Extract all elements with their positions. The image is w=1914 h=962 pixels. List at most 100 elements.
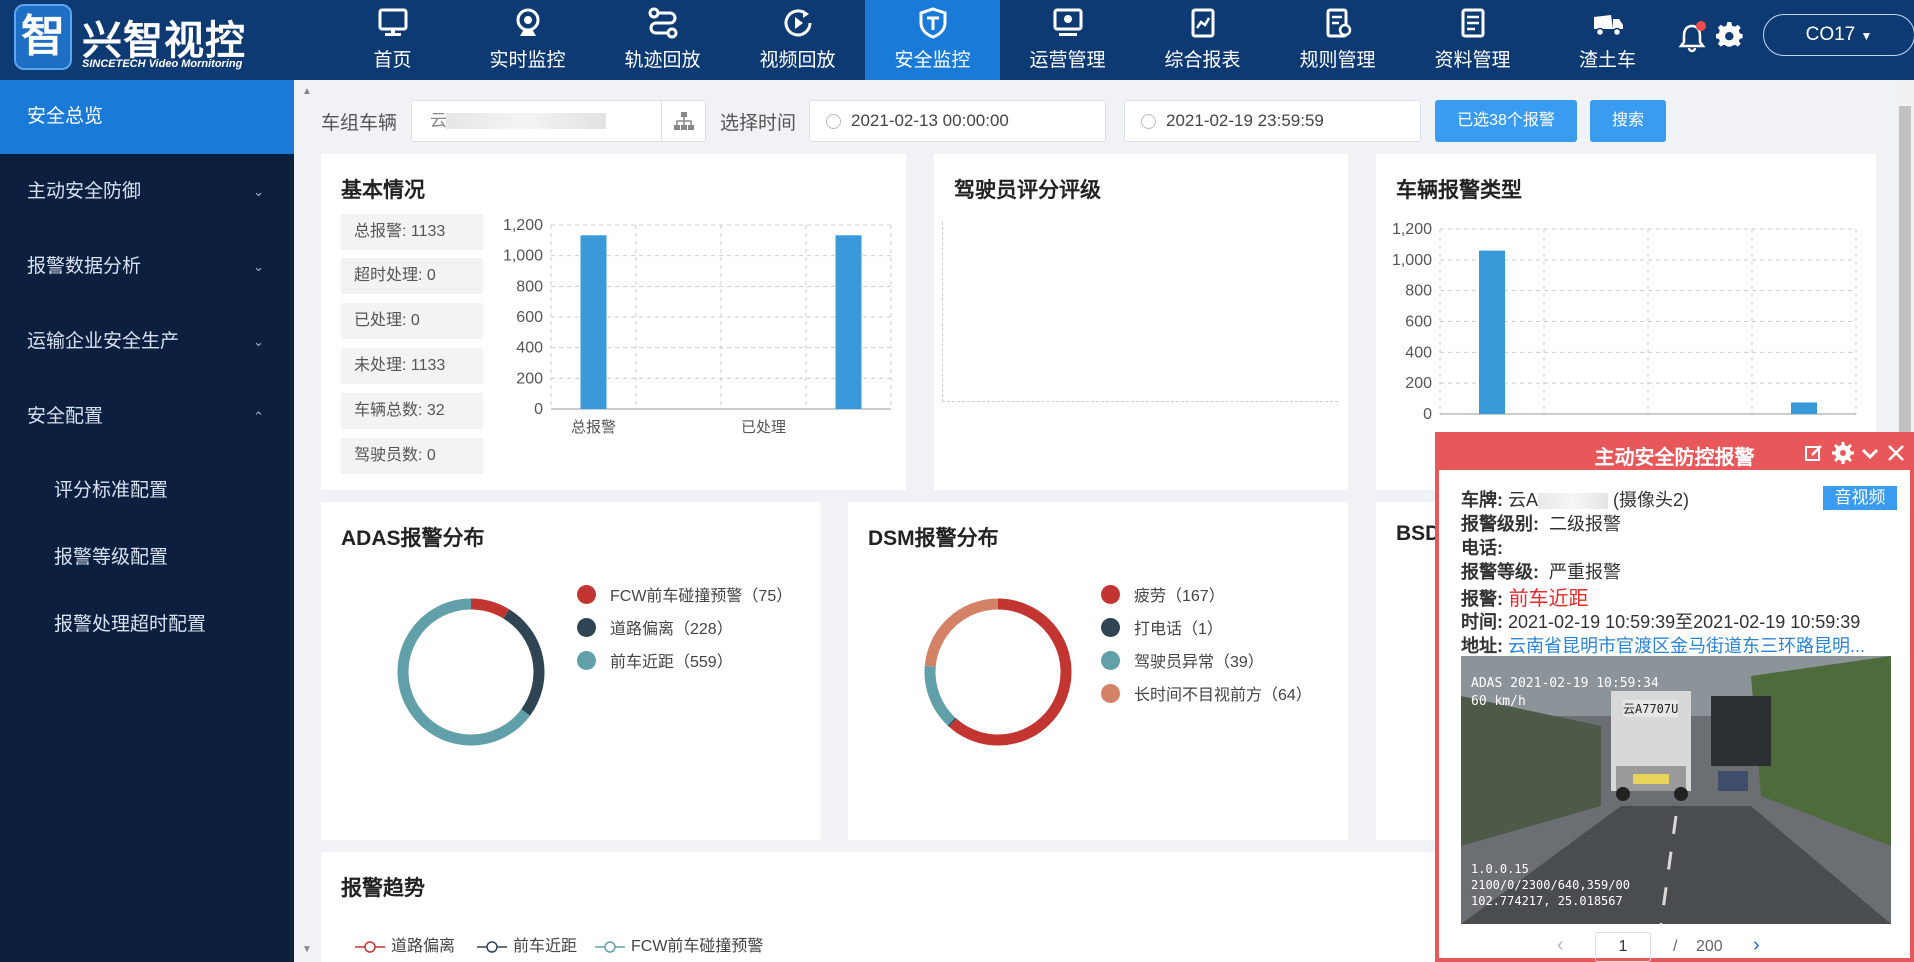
sidebar-item-label: 安全总览: [27, 106, 104, 127]
phone-label: 电话:: [1461, 538, 1503, 558]
legend-item[interactable]: 打电话（1）: [1101, 618, 1223, 641]
scroll-down-icon[interactable]: ▼: [302, 944, 312, 955]
legend-item[interactable]: 驾驶员异常（39）: [1101, 651, 1264, 674]
nav-track-label: 轨迹回放: [624, 50, 701, 71]
dsm-donut-chart: [924, 598, 1072, 746]
nav-safety[interactable]: 安全监控: [865, 0, 1000, 80]
clock-icon: [1141, 114, 1156, 129]
main-nav: 首页 实时监控 轨迹回放 视频回放 安全监控 运营管理 综合报表 规则管理 资料…: [325, 0, 1675, 80]
screen-icon: [1053, 8, 1082, 36]
legend-swatch: [477, 941, 507, 953]
nav-data[interactable]: 资料管理: [1405, 0, 1540, 80]
empty-chart-area: [942, 222, 1338, 402]
card-title: 报警趋势: [341, 877, 425, 900]
bar: [1479, 250, 1505, 414]
tree-icon[interactable]: [661, 101, 705, 141]
sidebar-item-overview[interactable]: 安全总览: [0, 80, 294, 154]
stat-drivers: 驾驶员数: 0: [341, 438, 483, 474]
legend-item[interactable]: 前车近距: [477, 936, 577, 958]
legend-item[interactable]: 道路偏离: [355, 936, 455, 958]
snapshot-plate-text: 云A7707U: [1623, 700, 1679, 717]
sidebar-item-label: 主动安全防御: [27, 181, 142, 202]
addr-link[interactable]: 云南省昆明市官渡区金马街道东三环路昆明...: [1508, 636, 1865, 656]
nav-muck-truck[interactable]: 渣土车: [1540, 0, 1675, 80]
legend-item[interactable]: 疲劳（167）: [1101, 585, 1225, 608]
plate-suffix: (摄像头2): [1613, 490, 1690, 510]
start-time-value: 2021-02-13 00:00:00: [851, 111, 1009, 130]
grade-value: 严重报警: [1549, 562, 1622, 582]
basic-info-card: 基本情况 总报警: 1133 超时处理: 0 已处理: 0 未处理: 1133 …: [321, 154, 906, 490]
legend-swatch: [595, 941, 625, 953]
legend-item[interactable]: 道路偏离（228）: [577, 618, 733, 641]
legend-swatch: [577, 618, 596, 638]
sidebar-item-label: 报警数据分析: [27, 256, 142, 277]
next-page-icon[interactable]: ›: [1753, 934, 1760, 957]
app-logo[interactable]: 智 兴智视控 SINCETECH Video Mornitoring: [14, 4, 254, 74]
donut-slice: [503, 609, 545, 716]
legend-label: FCW前车碰撞预警: [631, 938, 764, 955]
legend-item[interactable]: 长时间不目视前方（64）: [1101, 684, 1312, 707]
page-separator: /: [1673, 938, 1678, 955]
legend-item[interactable]: FCW前车碰撞预警（75）: [577, 585, 793, 608]
bar: [1791, 402, 1817, 414]
replay-icon: [784, 9, 811, 37]
gear-icon[interactable]: [1832, 442, 1854, 464]
edit-icon[interactable]: [1804, 443, 1824, 463]
plate-value: 云A: [1508, 490, 1539, 510]
page-input[interactable]: 1: [1595, 932, 1651, 962]
start-time-input[interactable]: 2021-02-13 00:00:00: [809, 100, 1106, 142]
donut-slice: [948, 598, 1072, 746]
y-tick-label: 600: [516, 309, 543, 326]
sidebar-item-label: 运输企业安全生产: [27, 331, 180, 352]
popup-addr-row: 地址: 云南省昆明市官渡区金马街道东三环路昆明...: [1461, 632, 1895, 658]
sidebar-subitem-label: 评分标准配置: [54, 480, 169, 501]
user-dropdown[interactable]: CO17 ▼: [1763, 14, 1914, 56]
clock-icon: [826, 114, 841, 129]
nav-rules[interactable]: 规则管理: [1270, 0, 1405, 80]
monitor-icon: [378, 8, 407, 36]
sidebar-item-alarm-analysis[interactable]: 报警数据分析 ⌄: [0, 230, 294, 304]
y-tick-label: 1,200: [503, 217, 543, 234]
legend-swatch: [1101, 618, 1120, 638]
sidebar-subitem-timeout-config[interactable]: 报警处理超时配置: [0, 592, 294, 658]
audio-video-button[interactable]: 音视频: [1823, 486, 1897, 510]
nav-rules-label: 规则管理: [1299, 50, 1376, 71]
snapshot-footer-3: 102.774217, 25.018567: [1471, 894, 1623, 908]
card-title: ADAS报警分布: [341, 527, 485, 550]
nav-operation[interactable]: 运营管理: [1000, 0, 1135, 80]
scroll-up-icon[interactable]: ▲: [302, 86, 312, 97]
legend-item[interactable]: 前车近距（559）: [577, 651, 733, 674]
sidebar-item-enterprise-safety[interactable]: 运输企业安全生产 ⌄: [0, 305, 294, 379]
nav-reports[interactable]: 综合报表: [1135, 0, 1270, 80]
legend-item[interactable]: FCW前车碰撞预警: [595, 936, 763, 958]
sidebar-subitem-score-config[interactable]: 评分标准配置: [0, 458, 294, 524]
alarm-snapshot[interactable]: ADAS 2021-02-19 10:59:34 60 km/h 云A7707U…: [1461, 656, 1891, 924]
search-button[interactable]: 搜索: [1590, 100, 1666, 142]
end-time-input[interactable]: 2021-02-19 23:59:59: [1124, 100, 1421, 142]
bell-icon[interactable]: [1678, 20, 1708, 54]
nav-video-replay[interactable]: 视频回放: [730, 0, 865, 80]
legend-label: FCW前车碰撞预警（75）: [610, 588, 793, 605]
nav-realtime-label: 实时监控: [489, 50, 566, 71]
sidebar-subitem-level-config[interactable]: 报警等级配置: [0, 525, 294, 591]
vehicle-select[interactable]: 云: [411, 100, 706, 142]
selected-alarms-button[interactable]: 已选38个报警: [1435, 100, 1577, 142]
end-time-value: 2021-02-19 23:59:59: [1166, 111, 1324, 130]
prev-page-icon[interactable]: ‹: [1557, 934, 1564, 957]
sidebar-item-label: 安全配置: [27, 406, 104, 427]
sidebar-item-active-defense[interactable]: 主动安全防御 ⌄: [0, 155, 294, 229]
close-icon[interactable]: [1886, 443, 1906, 463]
gear-icon[interactable]: [1716, 21, 1744, 49]
nav-realtime[interactable]: 实时监控: [460, 0, 595, 80]
legend-label: 道路偏离（228）: [610, 621, 733, 638]
nav-track[interactable]: 轨迹回放: [595, 0, 730, 80]
legend-swatch: [577, 585, 596, 605]
y-tick-label: 200: [1405, 375, 1432, 392]
chevron-down-icon[interactable]: [1860, 443, 1880, 463]
top-bar: 智 兴智视控 SINCETECH Video Mornitoring 首页 实时…: [0, 0, 1914, 80]
vehicle-label: 车组车辆: [321, 113, 398, 134]
nav-home[interactable]: 首页: [325, 0, 460, 80]
y-tick-label: 0: [534, 401, 543, 418]
legend-swatch: [577, 651, 596, 671]
sidebar-item-safety-config[interactable]: 安全配置 ⌃: [0, 380, 294, 454]
